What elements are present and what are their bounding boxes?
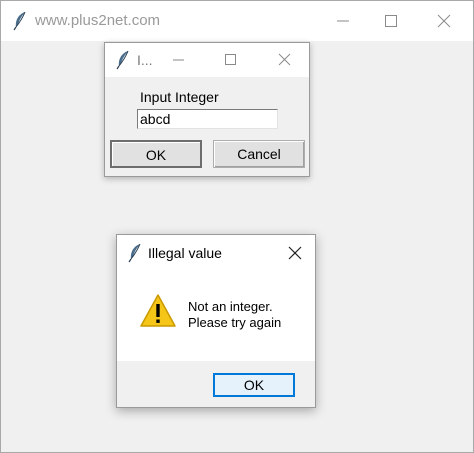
error-dialog-title: Illegal value (148, 245, 222, 261)
feather-icon (116, 50, 129, 70)
error-message-line2: Please try again (188, 315, 282, 330)
error-dialog: Illegal value Not an integer. Please try… (116, 234, 316, 408)
integer-input[interactable] (137, 109, 278, 129)
maximize-icon[interactable] (221, 43, 241, 77)
ok-button[interactable]: OK (110, 140, 202, 168)
error-dialog-titlebar[interactable]: Illegal value (117, 235, 315, 271)
close-button[interactable] (419, 1, 469, 41)
minimize-icon (337, 20, 349, 22)
input-dialog-titlebar[interactable]: I... (105, 43, 309, 77)
error-message-line1: Not an integer. (188, 299, 273, 314)
error-ok-button[interactable]: OK (213, 373, 295, 397)
minimize-icon[interactable] (169, 43, 189, 77)
main-titlebar[interactable]: www.plus2net.com (1, 1, 473, 41)
close-icon (437, 14, 451, 28)
input-dialog-title: I... (137, 52, 153, 68)
maximize-button[interactable] (366, 1, 416, 41)
error-message: Not an integer. Please try again (188, 299, 281, 331)
input-label: Input Integer (140, 89, 219, 105)
window-title: www.plus2net.com (35, 12, 161, 29)
cancel-button[interactable]: Cancel (213, 140, 305, 168)
feather-icon (128, 243, 141, 263)
feather-icon (13, 11, 26, 31)
maximize-icon (385, 15, 397, 27)
close-icon[interactable] (275, 43, 295, 77)
input-dialog: I... Input Integer OK Cancel (104, 42, 310, 177)
close-icon[interactable] (285, 243, 305, 263)
minimize-button[interactable] (318, 1, 368, 41)
error-dialog-body: Not an integer. Please try again (117, 271, 315, 361)
warning-icon (140, 294, 176, 327)
